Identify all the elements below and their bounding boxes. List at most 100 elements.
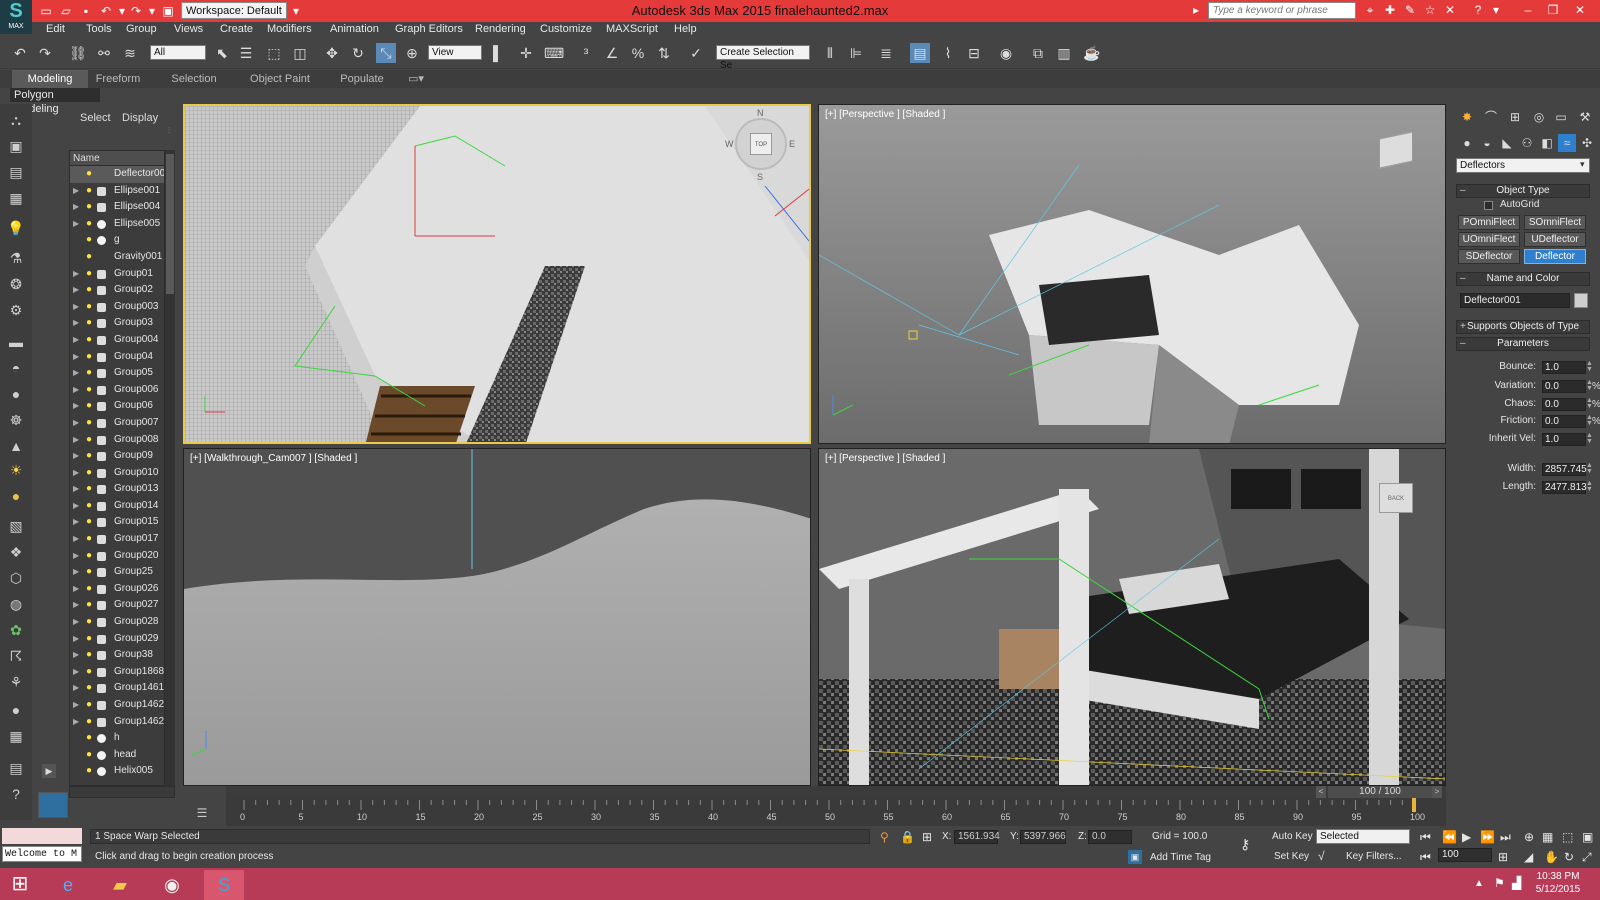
menu-maxscript[interactable]: MAXScript — [606, 22, 658, 37]
visibility-bulb-icon[interactable]: ● — [86, 299, 94, 316]
chrome-icon[interactable]: ◉ — [152, 870, 192, 900]
visibility-bulb-icon[interactable]: ● — [86, 465, 94, 482]
scene-explorer-icon[interactable]: ▤ — [910, 43, 930, 63]
explorer-collapse-arrow-icon[interactable]: ▶ — [42, 764, 56, 778]
list-item[interactable]: ▶ ● Group029 — [70, 631, 164, 648]
material-editor-icon[interactable]: ◉ — [996, 43, 1016, 63]
viewport-camera-label[interactable]: [+] [Walkthrough_Cam007 ] [Shaded ] — [190, 453, 357, 464]
curve-editor-icon[interactable]: ⌇ — [938, 43, 958, 63]
explorer-pin-icon[interactable]: ⫶ — [168, 126, 176, 136]
expand-arrow-icon[interactable]: ▶ — [73, 349, 81, 366]
autogrid-checkbox[interactable] — [1484, 201, 1493, 210]
select-and-link-icon[interactable]: ⛓ — [68, 43, 88, 63]
visibility-bulb-icon[interactable]: ● — [86, 548, 94, 565]
renderable-icon[interactable] — [97, 485, 106, 495]
layer-explorer-button[interactable] — [38, 792, 68, 818]
renderable-icon[interactable] — [97, 402, 106, 412]
modify-tab-icon[interactable]: ⌒ — [1482, 108, 1500, 126]
expand-arrow-icon[interactable]: ▶ — [73, 332, 81, 349]
render-setup-icon[interactable]: ⧉ — [1028, 43, 1048, 63]
visibility-bulb-icon[interactable]: ● — [86, 415, 94, 432]
create-panel-icon[interactable]: ⛬ — [6, 110, 26, 130]
list-view-icon[interactable]: ▤ — [6, 758, 26, 778]
cloth-icon[interactable]: ⚘ — [6, 672, 26, 692]
visibility-bulb-icon[interactable]: ● — [86, 697, 94, 714]
menu-group[interactable]: Group — [126, 22, 157, 37]
help-dropdown-icon[interactable]: ▾ — [1488, 2, 1504, 19]
render-production-icon[interactable]: ☕ — [1082, 43, 1102, 63]
expand-arrow-icon[interactable]: ▶ — [73, 631, 81, 648]
list-item[interactable]: ▶ ● Group05 — [70, 365, 164, 382]
list-item[interactable]: ▶ ● Group01 — [70, 266, 164, 283]
expand-arrow-icon[interactable]: ▶ — [73, 216, 81, 233]
list-item[interactable]: ● Gravity001 — [70, 249, 164, 266]
list-item[interactable]: ▶ ● Group38 — [70, 647, 164, 664]
application-button[interactable]: S MAX — [0, 0, 32, 34]
visibility-bulb-icon[interactable]: ● — [86, 382, 94, 399]
windows-start-icon[interactable]: ⊞ — [6, 870, 34, 898]
renderable-icon[interactable] — [97, 468, 106, 478]
renderable-icon[interactable] — [97, 170, 106, 179]
list-item[interactable]: ▶ ● Group04 — [70, 349, 164, 366]
file-explorer-icon[interactable]: ▰ — [100, 870, 140, 900]
expand-arrow-icon[interactable]: ▶ — [73, 514, 81, 531]
new-file-icon[interactable]: ▭ — [38, 3, 54, 19]
space-warps-icon[interactable]: ≈ — [1558, 134, 1576, 152]
pan-icon[interactable]: ✋ — [1544, 850, 1559, 864]
globe-icon[interactable]: ◍ — [6, 594, 26, 614]
renderable-icon[interactable] — [97, 435, 106, 445]
maxscript-listener[interactable]: Welcome to M — [2, 846, 82, 862]
key-filters-button[interactable]: Key Filters... — [1346, 851, 1402, 862]
renderable-icon[interactable] — [97, 335, 106, 345]
viewport-top[interactable]: TOP N S E W — [183, 104, 811, 444]
expand-arrow-icon[interactable]: ▶ — [73, 697, 81, 714]
category-dropdown-arrow-icon[interactable]: ▾ — [1580, 159, 1585, 170]
menu-customize[interactable]: Customize — [540, 22, 592, 37]
zoom-all-icon[interactable]: ▦ — [1542, 830, 1553, 844]
length-spinner-icon[interactable]: ▲ ▼ — [1586, 480, 1594, 494]
renderable-icon[interactable] — [97, 767, 106, 777]
list-item[interactable]: ▶ ● Group026 — [70, 581, 164, 598]
pivot-center-icon[interactable]: ▌ — [488, 43, 508, 63]
binoculars-icon[interactable]: ⌖ — [1362, 2, 1378, 19]
renderable-icon[interactable] — [97, 568, 106, 578]
exchange-icon[interactable]: ✕ — [1442, 2, 1458, 19]
renderable-icon[interactable] — [97, 584, 106, 594]
supports-objects-rollout[interactable]: + Supports Objects of Type — [1456, 320, 1590, 334]
communication-icon[interactable]: ✎ — [1402, 2, 1418, 19]
select-object-icon[interactable]: ⬉ — [212, 43, 232, 63]
help-circle-icon[interactable]: ? — [6, 784, 26, 804]
renderable-icon[interactable] — [97, 286, 106, 296]
ribbon-tab-selection[interactable]: Selection — [162, 70, 226, 88]
expand-arrow-icon[interactable]: ▶ — [73, 481, 81, 498]
grid-icon[interactable]: ▧ — [6, 516, 26, 536]
list-item[interactable]: ▶ ● Group014 — [70, 498, 164, 515]
absolute-mode-icon[interactable]: ⊞ — [922, 830, 932, 844]
renderable-icon[interactable] — [97, 601, 106, 611]
key-selection-dropdown[interactable]: Selected — [1316, 829, 1410, 844]
visibility-bulb-icon[interactable]: ● — [86, 531, 94, 548]
expand-arrow-icon[interactable]: ▶ — [73, 382, 81, 399]
list-item[interactable]: ▶ ● Ellipse004 — [70, 199, 164, 216]
isolate-icon[interactable]: ⚲ — [880, 830, 889, 844]
renderable-icon[interactable] — [97, 186, 106, 196]
scrollbar-thumb[interactable] — [166, 154, 174, 294]
visibility-bulb-icon[interactable]: ● — [86, 730, 94, 747]
layers-icon[interactable]: ▦ — [6, 188, 26, 208]
light-icon[interactable]: 💡 — [6, 218, 26, 238]
menu-views[interactable]: Views — [174, 22, 203, 37]
utilities-tab-icon[interactable]: ⚒ — [1576, 108, 1594, 126]
pomniflect-button[interactable]: POmniFlect — [1458, 215, 1520, 230]
list-item[interactable]: ● head — [70, 747, 164, 764]
field-of-view-icon[interactable]: ◢ — [1524, 850, 1533, 864]
container-icon[interactable]: ▣ — [6, 136, 26, 156]
list-item[interactable]: ▶ ● Group06 — [70, 398, 164, 415]
visibility-bulb-icon[interactable]: ● — [86, 216, 94, 233]
menu-tools[interactable]: Tools — [86, 22, 112, 37]
y-coordinate-field[interactable]: 5397.966 — [1020, 830, 1066, 844]
expand-arrow-icon[interactable]: ▶ — [73, 647, 81, 664]
zoom-extents-all-icon[interactable]: ▣ — [1582, 830, 1593, 844]
polygon-modeling-panel[interactable]: Polygon Modeling — [10, 88, 100, 115]
action-center-flag-icon[interactable]: ⚑ — [1494, 876, 1505, 890]
visibility-bulb-icon[interactable]: ● — [86, 498, 94, 515]
